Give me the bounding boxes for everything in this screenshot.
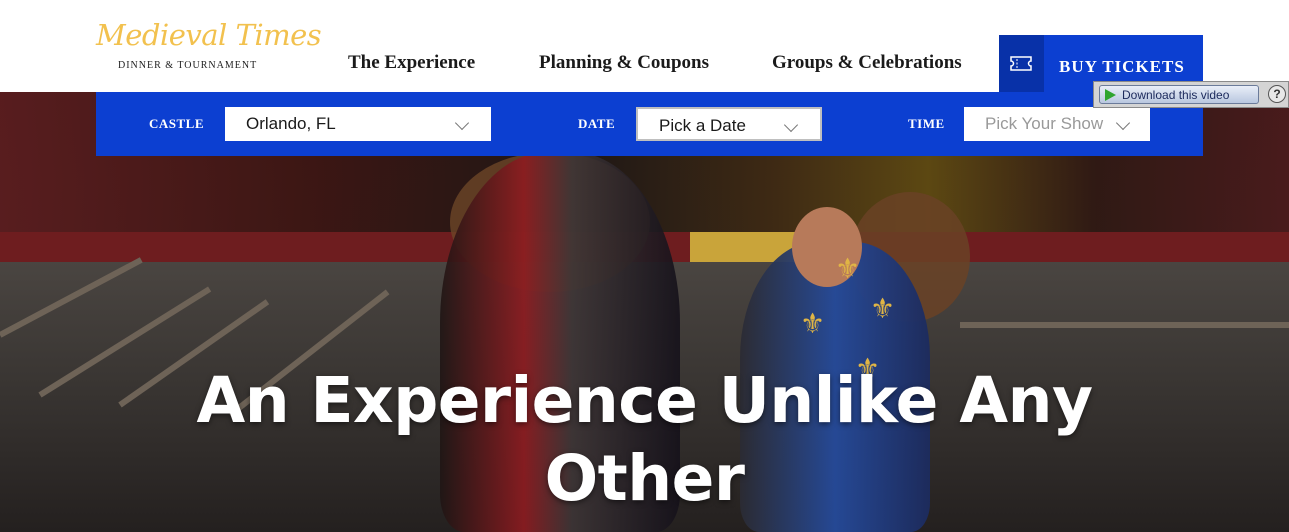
fleur-de-lis-icon: ⚜: [870, 292, 896, 325]
hero-banner: ⚜ ⚜ ⚜ ⚜ An Experience Unlike Any Other: [0, 92, 1289, 532]
hero-weapon: [960, 322, 1289, 328]
help-icon[interactable]: ?: [1268, 85, 1286, 103]
buy-tickets-icon-box: [999, 35, 1044, 93]
ticket-icon: [1010, 56, 1032, 71]
logo-tagline: DINNER & TOURNAMENT: [118, 60, 258, 71]
buy-tickets-label: BUY TICKETS: [1059, 57, 1185, 76]
fleur-de-lis-icon: ⚜: [835, 252, 861, 285]
site-logo[interactable]: Medieval Times DINNER & TOURNAMENT: [96, 18, 322, 78]
nav-groups-celebrations[interactable]: Groups & Celebrations: [772, 52, 962, 74]
hero-headline-line1: An Experience Unlike Any: [196, 364, 1093, 437]
nav-planning-coupons[interactable]: Planning & Coupons: [539, 52, 709, 74]
time-label: TIME: [908, 116, 945, 131]
castle-label: CASTLE: [149, 116, 205, 131]
download-video-button[interactable]: Download this video: [1099, 85, 1259, 104]
date-label: DATE: [578, 116, 616, 131]
fleur-de-lis-icon: ⚜: [800, 307, 826, 340]
booking-bar: CASTLE Orlando, FL DATE Pick a Date TIME…: [96, 92, 1203, 156]
date-picker[interactable]: Pick a Date: [636, 107, 822, 141]
castle-select[interactable]: Orlando, FL: [225, 107, 491, 141]
download-video-label: Download this video: [1122, 88, 1230, 102]
castle-value: Orlando, FL: [246, 114, 336, 133]
download-video-widget: Download this video ?: [1093, 81, 1289, 108]
chevron-down-icon: [783, 117, 799, 133]
play-icon: [1105, 89, 1116, 101]
chevron-down-icon: [454, 115, 470, 131]
nav-the-experience[interactable]: The Experience: [348, 52, 475, 74]
date-value: Pick a Date: [659, 116, 746, 135]
chevron-down-icon: [1115, 115, 1131, 131]
hero-headline-line2: Other: [544, 442, 745, 515]
logo-wordmark: Medieval Times: [96, 18, 322, 52]
hero-headline: An Experience Unlike Any Other: [0, 362, 1289, 518]
time-placeholder: Pick Your Show: [985, 114, 1104, 133]
site-header: Medieval Times DINNER & TOURNAMENT The E…: [0, 0, 1289, 93]
time-select[interactable]: Pick Your Show: [964, 107, 1150, 141]
